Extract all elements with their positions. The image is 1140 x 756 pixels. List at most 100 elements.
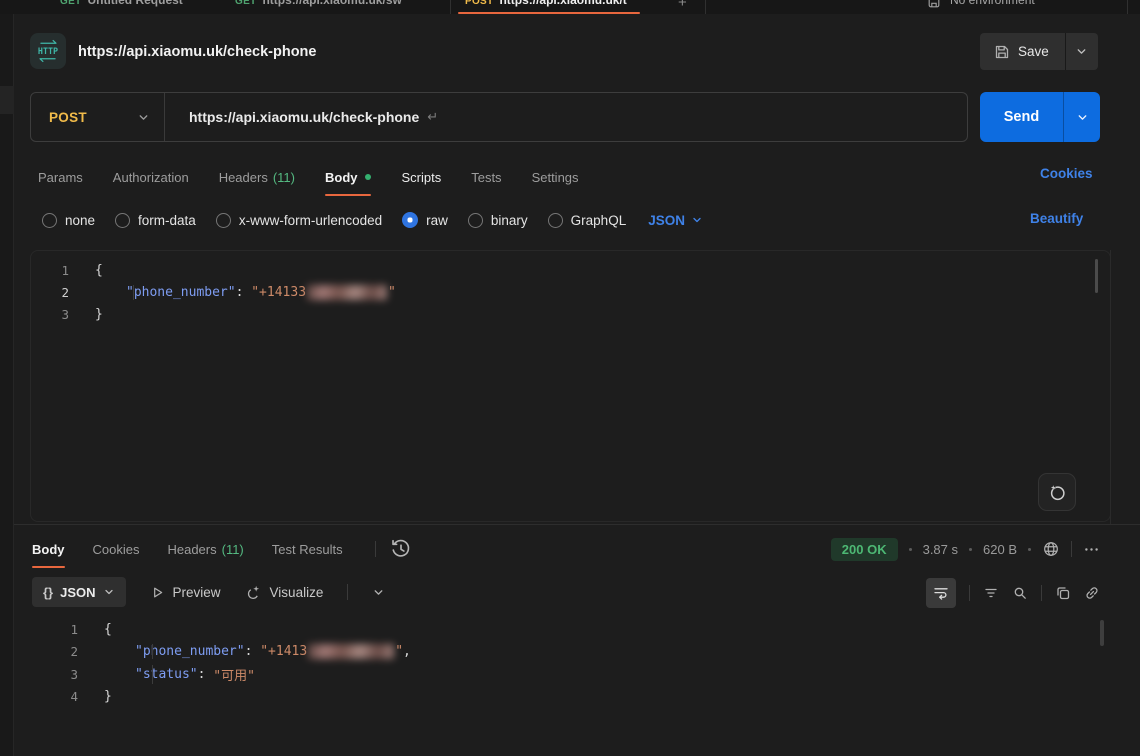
code-line: 1 { (31, 259, 1110, 281)
preview-button[interactable]: Preview (150, 585, 221, 600)
sidebar-rail[interactable] (0, 14, 14, 756)
tab-authorization[interactable]: Authorization (113, 158, 189, 196)
word-wrap-button[interactable] (926, 578, 956, 608)
copy-button[interactable] (1055, 585, 1071, 601)
response-time[interactable]: 3.87 s (923, 542, 958, 557)
redacted-value (308, 644, 394, 659)
response-scrollbar[interactable] (1100, 620, 1104, 646)
raw-format-dropdown[interactable]: JSON (648, 213, 703, 228)
format-value: JSON (60, 585, 95, 600)
response-tab-test-results[interactable]: Test Results (272, 530, 343, 568)
mode-label: raw (426, 213, 448, 228)
line-number: 3 (31, 307, 69, 322)
send-button[interactable]: Send (980, 92, 1063, 142)
url-input[interactable]: https://api.xiaomu.uk/check-phone (189, 109, 419, 125)
tab-divider (705, 0, 706, 14)
mode-form-data[interactable]: form-data (115, 213, 196, 228)
response-format-dropdown[interactable]: {} JSON (32, 577, 126, 607)
tab-headers[interactable]: Headers (11) (219, 158, 295, 196)
response-history-button[interactable] (390, 538, 412, 560)
globe-icon (1042, 540, 1060, 558)
send-options-button[interactable] (1064, 92, 1100, 142)
more-views-chevron[interactable] (372, 586, 385, 599)
visualize-sparkle-icon (245, 584, 262, 601)
redacted-value (307, 285, 387, 300)
share-link-button[interactable] (1084, 585, 1100, 601)
tab-label: Tests (471, 170, 501, 185)
mode-urlencoded[interactable]: x-www-form-urlencoded (216, 213, 382, 228)
request-tab-3-active[interactable]: POST https://api.xiaomu.uk/t (465, 0, 627, 7)
request-tab-1[interactable]: GET Untitled Request (60, 0, 183, 7)
method-selector[interactable]: POST (31, 110, 164, 125)
line-number: 1 (30, 622, 78, 637)
dot-separator (909, 548, 912, 551)
mode-binary[interactable]: binary (468, 213, 528, 228)
filter-button[interactable] (983, 585, 999, 601)
line-number: 2 (30, 644, 78, 659)
http-protocol-badge: HTTP (30, 33, 66, 69)
headers-count-badge: (11) (222, 542, 244, 557)
postbot-ai-button[interactable] (1038, 473, 1076, 511)
tab-label: Authorization (113, 170, 189, 185)
line-number: 2 (31, 285, 69, 300)
http-badge-text: HTTP (38, 46, 58, 56)
mode-raw-selected[interactable]: raw (402, 212, 448, 228)
json-key: "phone_number" (126, 285, 236, 300)
mode-none[interactable]: none (42, 213, 95, 228)
mode-graphql[interactable]: GraphQL (548, 213, 627, 228)
tab-scripts[interactable]: Scripts (401, 158, 441, 196)
word-wrap-icon (933, 585, 949, 601)
colon: : (198, 667, 214, 682)
colon: : (245, 644, 261, 659)
tab-divider (450, 0, 451, 14)
request-tabs: Params Authorization Headers (11) Body S… (38, 158, 579, 196)
cookies-link[interactable]: Cookies (1040, 166, 1093, 181)
search-icon (1012, 585, 1028, 601)
save-button[interactable]: Save (980, 33, 1065, 70)
beautify-link[interactable]: Beautify (1030, 211, 1083, 226)
tab-params[interactable]: Params (38, 158, 83, 196)
status-badge[interactable]: 200 OK (831, 538, 898, 561)
chevron-down-icon (137, 111, 150, 124)
mode-label: binary (491, 213, 528, 228)
new-tab-button[interactable]: + (678, 0, 687, 11)
editor-scrollbar[interactable] (1095, 259, 1098, 293)
json-value-close: " (388, 285, 396, 300)
tab-tests[interactable]: Tests (471, 158, 501, 196)
environment-selector[interactable]: No environment (950, 0, 1035, 7)
tab-settings[interactable]: Settings (532, 158, 579, 196)
tab-body-active[interactable]: Body (325, 158, 372, 196)
divider (1041, 585, 1042, 601)
sidebar-drag-handle[interactable] (0, 86, 14, 114)
tab-title: https://api.xiaomu.uk/sw (262, 0, 401, 7)
response-meta: 200 OK 3.87 s 620 B (831, 534, 1100, 564)
response-tab-cookies[interactable]: Cookies (93, 530, 140, 568)
filter-icon (983, 585, 999, 601)
request-tab-2[interactable]: GET https://api.xiaomu.uk/sw (235, 0, 402, 7)
tab-label: Body (325, 170, 358, 185)
visualize-button[interactable]: Visualize (245, 584, 324, 601)
response-body-viewer[interactable]: 1 { 2 "phone_number": "+1413", 3 "status… (30, 618, 1120, 708)
method-badge: GET (60, 0, 81, 7)
search-button[interactable] (1012, 585, 1028, 601)
json-value: "+1413 (260, 644, 307, 659)
json-value: "可用" (213, 665, 255, 684)
response-tab-headers[interactable]: Headers (11) (167, 530, 243, 568)
format-value: JSON (648, 213, 685, 228)
response-tab-body-active[interactable]: Body (32, 530, 65, 568)
tab-title: https://api.xiaomu.uk/t (499, 0, 626, 7)
api-client-window: GET Untitled Request GET https://api.xia… (0, 0, 1140, 756)
response-divider (14, 524, 1140, 525)
network-info-button[interactable] (1042, 540, 1060, 558)
json-key: "status" (135, 667, 198, 682)
save-options-button[interactable] (1066, 33, 1098, 70)
workspace-tab-bar: GET Untitled Request GET https://api.xia… (0, 0, 1140, 14)
chevron-down-icon (103, 586, 115, 598)
tab-label: Test Results (272, 542, 343, 557)
radio-icon (216, 213, 231, 228)
response-actions-button[interactable] (1083, 541, 1100, 558)
radio-selected-icon (402, 212, 418, 228)
request-body-editor[interactable]: 1 { 2 "phone_number": "+14133" 3 } (30, 250, 1111, 522)
braces-icon: {} (43, 585, 53, 600)
response-size[interactable]: 620 B (983, 542, 1017, 557)
